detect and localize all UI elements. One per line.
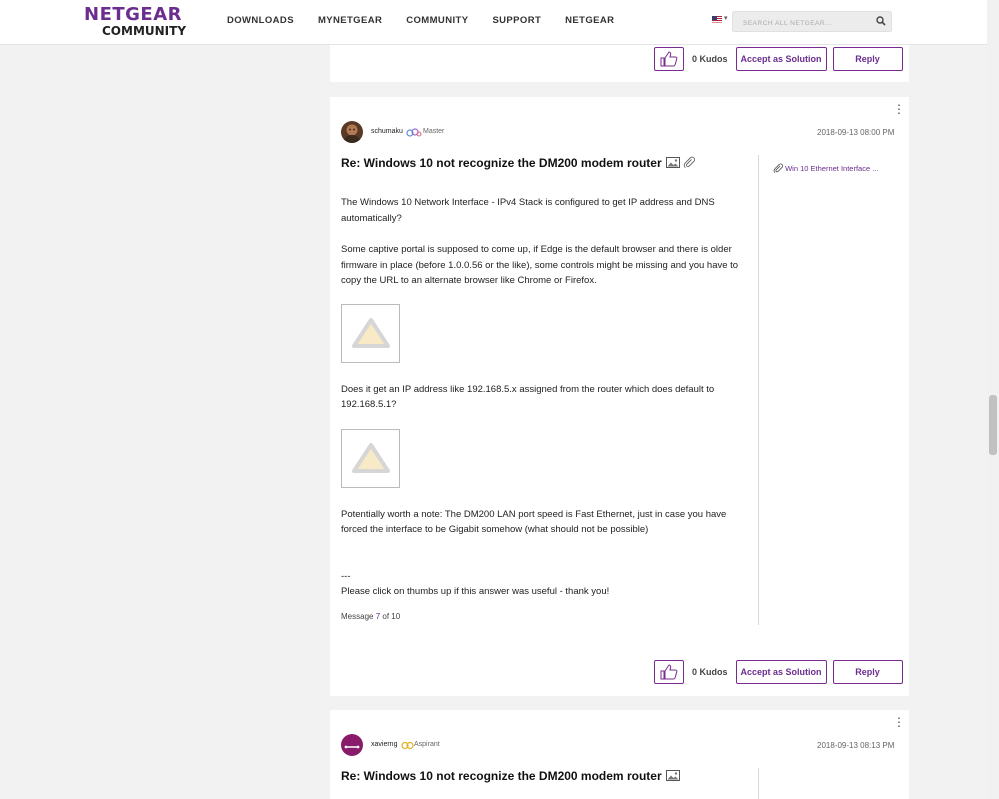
nav-downloads[interactable]: DOWNLOADS	[227, 15, 294, 26]
kudos-count: 0 Kudos	[692, 54, 728, 64]
logo-text: NETGEAR	[84, 4, 182, 25]
avatar[interactable]	[341, 121, 363, 143]
post-paragraph: The Windows 10 Network Interface - IPv4 …	[341, 197, 715, 224]
signature-separator: ---	[341, 570, 351, 582]
post-sidebar-divider	[758, 155, 759, 625]
message-label: Message	[341, 611, 374, 621]
post-date: 2018-09-13 08:00 PM	[817, 128, 895, 137]
nav-support[interactable]: SUPPORT	[492, 15, 541, 26]
post-body: The Windows 10 Network Interface - IPv4 …	[341, 195, 741, 624]
author-rank: Aspirant	[414, 741, 440, 748]
search-box	[732, 11, 892, 33]
author-rank: Master	[423, 128, 445, 135]
thumbs-up-icon	[660, 664, 678, 680]
broken-image[interactable]	[341, 428, 400, 488]
attachment-icon	[684, 156, 696, 168]
image-icon	[665, 157, 680, 168]
page-scrollbar[interactable]	[987, 0, 999, 799]
post-options-menu-icon[interactable]: ⋮	[893, 716, 905, 728]
reply-button[interactable]: Reply	[832, 47, 903, 71]
post-actions: 0 Kudos Accept as Solution Reply	[654, 660, 903, 684]
post-actions: 0 Kudos Accept as Solution Reply	[654, 47, 903, 71]
paperclip-icon	[773, 163, 784, 173]
rank-badge-icon	[406, 128, 422, 137]
search-icon[interactable]	[876, 16, 886, 26]
broken-image-icon	[351, 318, 390, 348]
avatar[interactable]	[341, 734, 363, 756]
us-flag-icon[interactable]	[712, 16, 722, 23]
netgear-community-logo[interactable]: NETGEAR COMMUNITY	[84, 4, 194, 38]
nav-community[interactable]: COMMUNITY	[406, 15, 468, 26]
search-input[interactable]	[733, 14, 863, 33]
post-date: 2018-09-13 08:13 PM	[817, 741, 895, 750]
post-sidebar-divider	[758, 768, 759, 799]
logo-subtext: COMMUNITY	[102, 24, 187, 38]
accept-as-solution-button[interactable]: Accept as Solution	[735, 660, 827, 684]
post-paragraph: Potentially worth a note: The DM200 LAN …	[341, 508, 727, 536]
kudo-button[interactable]	[654, 47, 684, 71]
attachment-link[interactable]: Win 10 Ethernet Interface ...	[773, 163, 878, 173]
post-subject[interactable]: Re: Windows 10 not recognize the DM200 m…	[341, 769, 680, 783]
kudo-button[interactable]	[654, 660, 684, 684]
nav-mynetgear[interactable]: MYNETGEAR	[318, 15, 382, 26]
user-photo-icon	[341, 121, 363, 143]
message-count: Message 7 of 10	[341, 609, 741, 625]
post-paragraph: Some captive portal is supposed to come …	[341, 244, 739, 286]
broken-image[interactable]	[341, 303, 400, 363]
user-avatar-icon	[341, 734, 363, 756]
post-subject[interactable]: Re: Windows 10 not recognize the DM200 m…	[341, 156, 696, 170]
nav-netgear[interactable]: NETGEAR	[565, 15, 614, 26]
author-name[interactable]: xavierng	[371, 741, 397, 748]
signature-text: Please click on thumbs up if this answer…	[341, 586, 610, 597]
post-card-7: ⋮ schumaku Master 2018-09-13 08:00 PM Re…	[330, 97, 909, 696]
post-paragraph: Does it get an IP address like 192.168.5…	[341, 383, 715, 411]
scrollbar-thumb[interactable]	[989, 395, 997, 455]
broken-image-icon	[351, 443, 390, 473]
post-card-8: ⋮ xavierng Aspirant 2018-09-13 08:13 PM …	[330, 710, 909, 799]
accept-as-solution-button[interactable]: Accept as Solution	[735, 47, 827, 71]
message-total: of 10	[382, 611, 401, 621]
image-icon	[665, 770, 680, 781]
top-header: NETGEAR COMMUNITY DOWNLOADS MYNETGEAR CO…	[0, 0, 987, 45]
thumbs-up-icon	[660, 51, 678, 67]
subject-text: Re: Windows 10 not recognize the DM200 m…	[341, 156, 662, 170]
chevron-down-icon[interactable]: ▾	[724, 14, 728, 22]
attachment-name: Win 10 Ethernet Interface ...	[785, 164, 879, 173]
reply-button[interactable]: Reply	[832, 660, 903, 684]
main-nav: DOWNLOADS MYNETGEAR COMMUNITY SUPPORT NE…	[227, 15, 638, 26]
kudos-count: 0 Kudos	[692, 667, 728, 677]
post-options-menu-icon[interactable]: ⋮	[893, 103, 905, 115]
subject-text: Re: Windows 10 not recognize the DM200 m…	[341, 769, 662, 783]
author-name[interactable]: schumaku	[371, 128, 403, 135]
rank-badge-icon	[401, 741, 414, 750]
message-number-link[interactable]: 7	[376, 612, 380, 621]
